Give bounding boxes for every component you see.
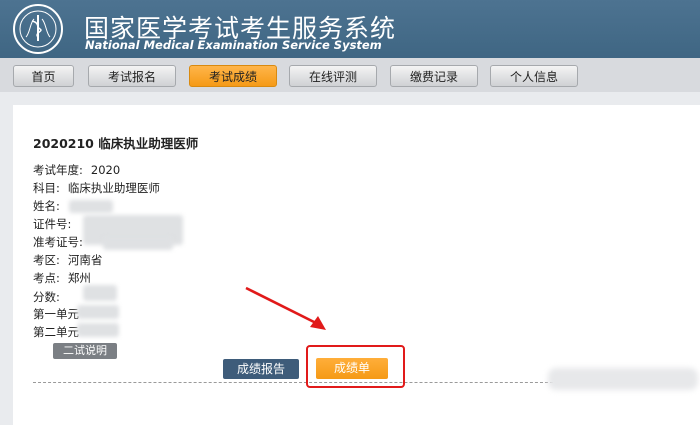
info-label: 证件号:: [33, 217, 72, 231]
site-header: 国家医学考试考生服务系统 National Medical Examinatio…: [0, 0, 700, 58]
info-label: 考区:: [33, 253, 60, 267]
info-label: 考试年度:: [33, 163, 83, 177]
info-name: 姓名:: [33, 198, 60, 214]
redacted-name: [69, 200, 113, 213]
info-label: 考点:: [33, 271, 60, 285]
info-label: 准考证号:: [33, 235, 83, 249]
emblem-logo-icon: [13, 4, 63, 54]
nav-home[interactable]: 首页: [13, 65, 74, 87]
main-nav: 首页 考试报名 考试成绩 在线评测 缴费记录 个人信息: [0, 58, 700, 92]
info-id-number: 证件号:: [33, 216, 71, 232]
info-unit-1: 第一单元: [33, 306, 79, 322]
highlight-box: [306, 345, 405, 388]
info-label: 第二单元: [33, 325, 79, 339]
info-region: 考区: 河南省: [33, 252, 102, 268]
info-label: 科目:: [33, 181, 60, 195]
watermark: [548, 368, 698, 390]
info-score: 分数:: [33, 289, 60, 305]
redacted-score: [83, 285, 117, 301]
info-value: 临床执业助理医师: [67, 181, 160, 195]
info-admission-number: 准考证号:: [33, 234, 83, 250]
divider: [33, 382, 553, 383]
info-label: 分数:: [33, 290, 60, 304]
score-report-button[interactable]: 成绩报告: [223, 359, 299, 379]
nav-online-assessment[interactable]: 在线评测: [289, 65, 377, 87]
exam-title: 2020210 临床执业助理医师: [33, 136, 199, 151]
info-test-site: 考点: 郑州: [33, 270, 91, 286]
info-value: 郑州: [67, 271, 91, 285]
info-value: 2020: [90, 163, 121, 177]
info-label: 姓名:: [33, 199, 60, 213]
redacted-admission: [103, 237, 173, 250]
info-value: 河南省: [67, 253, 103, 267]
info-label: 第一单元: [33, 307, 79, 321]
nav-registration[interactable]: 考试报名: [88, 65, 176, 87]
site-subtitle: National Medical Examination Service Sys…: [85, 38, 382, 52]
redacted-unit-2: [77, 323, 119, 337]
nav-exam-scores[interactable]: 考试成绩: [189, 65, 277, 87]
nav-personal-info[interactable]: 个人信息: [490, 65, 578, 87]
info-subject: 科目: 临床执业助理医师: [33, 180, 160, 196]
info-unit-2: 第二单元: [33, 324, 79, 340]
nav-payment-records[interactable]: 缴费记录: [390, 65, 478, 87]
redacted-unit-1: [77, 305, 119, 319]
second-exam-info-button[interactable]: 二试说明: [53, 343, 117, 359]
info-year: 考试年度: 2020: [33, 162, 120, 178]
